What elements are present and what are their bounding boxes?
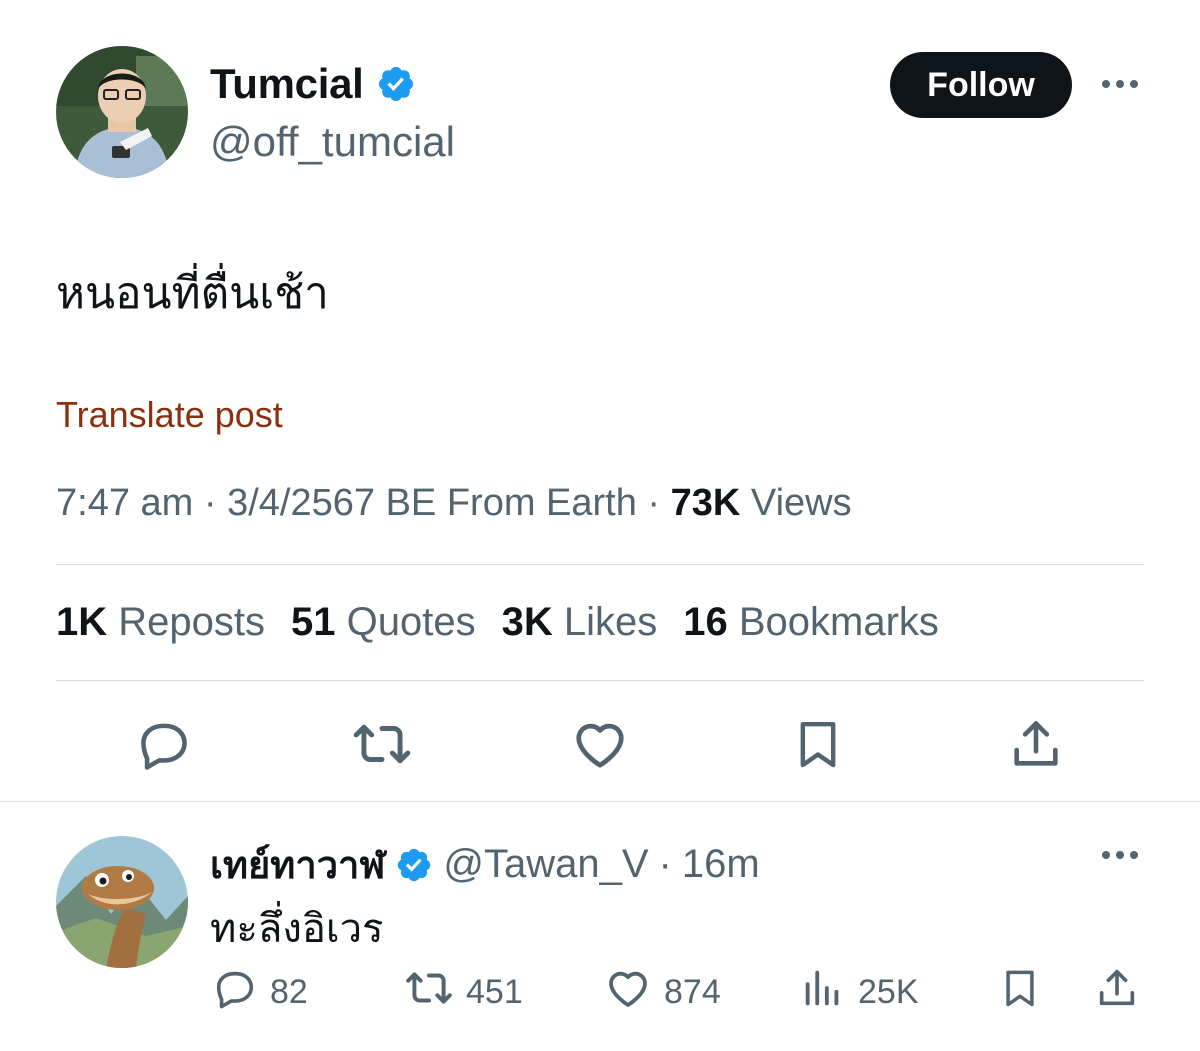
reply-author-avatar[interactable] [56,836,188,968]
reply-likes-button[interactable]: 874 [604,966,721,1018]
share-icon[interactable] [1004,712,1068,776]
author-name-text[interactable]: Tumcial [210,60,364,108]
reply-separator: · [658,842,672,886]
reply-time[interactable]: 16m [682,842,760,887]
repost-icon [404,963,454,1022]
follow-button[interactable]: Follow [890,52,1072,118]
post-text: หนอนที่ตื่นเช้า [56,268,329,319]
reply-icon [212,965,258,1020]
reply-share-button[interactable] [1094,966,1140,1018]
post-date[interactable]: 3/4/2567 BE [227,482,436,524]
more-icon[interactable] [1096,840,1144,870]
reply-text: ทะลึ่งอิเวร [210,906,384,952]
post-metadata: 7:47 am · 3/4/2567 BE From Earth · 73K V… [56,482,852,525]
views-count: 73K [670,482,741,524]
views-icon [800,965,846,1020]
bookmarks-stat[interactable]: 16 Bookmarks [683,600,939,645]
divider [56,680,1144,681]
more-icon[interactable] [1096,66,1144,102]
author-avatar[interactable] [56,46,188,178]
verified-badge-icon[interactable] [395,846,433,884]
like-icon[interactable] [568,712,632,776]
meta-separator: · [636,482,671,524]
like-count: 874 [664,972,721,1011]
meta-separator: · [193,482,228,524]
reply-icon[interactable] [132,712,196,776]
reply-author-name[interactable]: เทย์ทาวาฬ [210,834,385,895]
author-display-name[interactable]: Tumcial [210,60,416,108]
reply-bookmark-button[interactable] [998,966,1042,1018]
quotes-stat[interactable]: 51 Quotes [291,600,476,645]
repost-icon[interactable] [350,712,414,776]
reposts-stat[interactable]: 1K Reposts [56,600,265,645]
reply-author-handle[interactable]: @Tawan_V [443,842,648,887]
verified-badge-icon[interactable] [376,64,416,104]
reply-header: เทย์ทาวาฬ @Tawan_V · 16m [210,834,760,895]
engagement-stats: 1K Reposts 51 Quotes 3K Likes 16 Bookmar… [56,600,939,645]
reply-views-button[interactable]: 25K [800,966,919,1018]
bookmark-icon[interactable] [786,712,850,776]
repost-count: 451 [466,972,523,1011]
share-icon [1094,965,1140,1020]
post-source: From Earth [436,482,637,524]
post-time[interactable]: 7:47 am [56,482,193,524]
author-handle[interactable]: @off_tumcial [210,118,455,166]
reply-reposts-button[interactable]: 451 [404,966,523,1018]
likes-stat[interactable]: 3K Likes [502,600,658,645]
bookmark-icon [998,964,1042,1021]
reply-replies-button[interactable]: 82 [212,966,308,1018]
views-label: Views [740,482,852,524]
translate-post-link[interactable]: Translate post [56,394,283,436]
views-count: 25K [858,972,919,1011]
section-divider [0,801,1200,802]
reply-count: 82 [270,972,308,1011]
like-icon [604,964,652,1021]
divider [56,564,1144,565]
